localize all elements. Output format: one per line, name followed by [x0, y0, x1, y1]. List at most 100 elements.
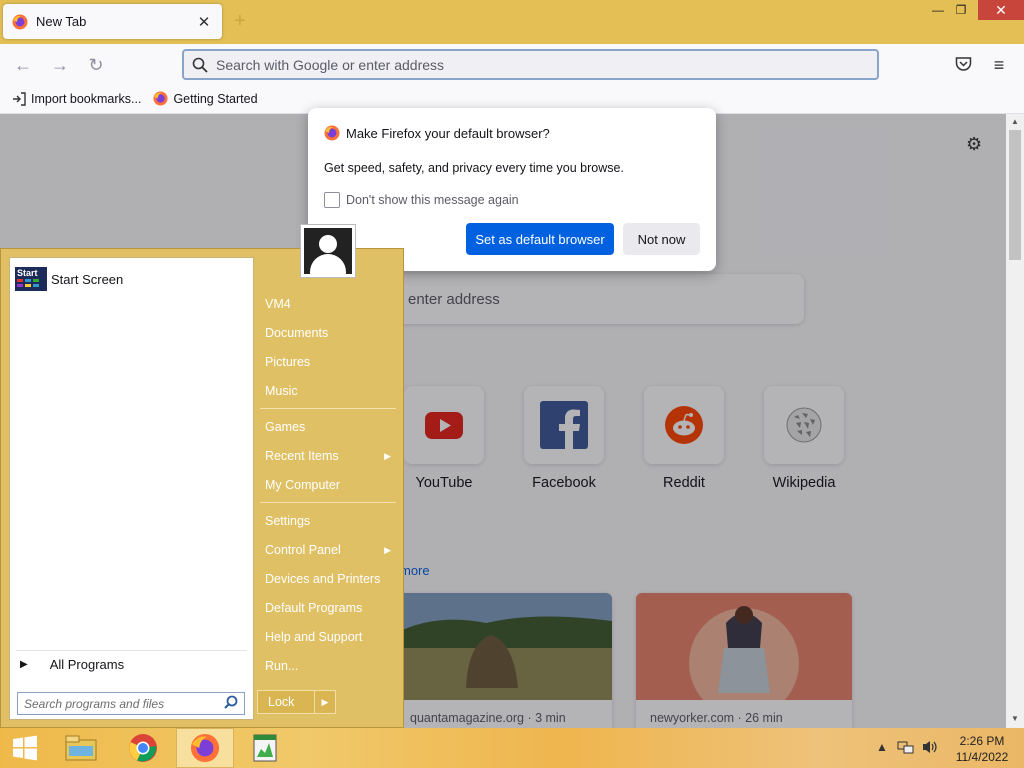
dont-show-again-checkbox[interactable]: Don't show this message again — [324, 192, 519, 208]
network-icon[interactable] — [897, 739, 915, 755]
import-icon — [13, 91, 26, 106]
start-screen-tile-text: Start — [17, 268, 38, 278]
item-label: Games — [265, 420, 306, 434]
scrollbar-thumb[interactable] — [1009, 130, 1021, 260]
start-item-settings[interactable]: Settings — [265, 510, 395, 532]
submenu-arrow-icon: ▶ — [384, 450, 391, 461]
reload-button[interactable]: ↻ — [85, 54, 107, 76]
dialog-header: Make Firefox your default browser? — [324, 125, 550, 141]
bookmark-getting-started[interactable]: Getting Started — [153, 91, 258, 106]
firefox-icon — [324, 125, 340, 141]
checkbox-box[interactable] — [324, 192, 340, 208]
start-screen-icon: Start — [15, 267, 47, 291]
dialog-title: Make Firefox your default browser? — [346, 125, 550, 141]
divider — [260, 502, 396, 503]
firefox-icon — [153, 91, 168, 106]
scroll-down-icon[interactable]: ▼ — [1006, 714, 1024, 723]
back-button[interactable]: ← — [12, 54, 34, 76]
item-label: Settings — [265, 514, 311, 528]
start-menu-programs-pane: Start Start Screen ▶ All Programs — [9, 257, 254, 720]
volume-icon[interactable] — [921, 739, 939, 755]
set-default-browser-button[interactable]: Set as default browser — [466, 223, 614, 255]
firefox-icon — [190, 733, 220, 763]
task-manager-icon — [253, 734, 277, 762]
tab-new-tab[interactable]: New Tab ✕ — [3, 4, 222, 39]
forward-button[interactable]: → — [49, 54, 71, 76]
new-tab-button[interactable]: + — [234, 10, 246, 32]
taskbar: ▲ 2:26 PM 11/4/2022 — [0, 728, 1024, 768]
bookmark-import[interactable]: Import bookmarks... — [12, 92, 141, 106]
submenu-arrow-icon: ▶ — [384, 544, 391, 555]
start-item-my-computer[interactable]: My Computer — [265, 474, 395, 496]
title-bar: New Tab ✕ + — ❐ ✕ — [0, 0, 1024, 44]
show-hidden-icons-icon[interactable]: ▲ — [876, 740, 888, 754]
clock-time: 2:26 PM — [959, 734, 1005, 748]
close-window-button[interactable]: ✕ — [978, 0, 1024, 20]
taskbar-task-manager[interactable] — [240, 728, 290, 768]
system-clock[interactable]: 2:26 PM 11/4/2022 — [952, 733, 1012, 765]
divider — [16, 650, 247, 651]
item-label: Default Programs — [265, 601, 363, 615]
power-options-arrow[interactable]: ▶ — [314, 690, 336, 714]
divider — [260, 408, 396, 409]
item-label: Help and Support — [265, 630, 363, 644]
start-item-documents[interactable]: Documents — [265, 322, 395, 344]
pinned-label: Start Screen — [51, 271, 124, 287]
firefox-icon — [12, 14, 28, 29]
scroll-up-icon[interactable]: ▲ — [1006, 117, 1024, 126]
address-bar[interactable] — [182, 49, 879, 80]
taskbar-file-explorer[interactable] — [56, 728, 106, 768]
start-item-devices-and-printers[interactable]: Devices and Printers — [265, 568, 395, 590]
all-programs-button[interactable]: ▶ All Programs — [20, 657, 246, 672]
start-item-default-programs[interactable]: Default Programs — [265, 597, 395, 619]
navigation-toolbar: ← → ↻ ≡ — [0, 44, 1024, 84]
page-scrollbar[interactable]: ▲ ▼ — [1006, 114, 1024, 728]
triangle-right-icon: ▶ — [20, 659, 28, 670]
item-label: Run... — [265, 659, 299, 673]
restore-button[interactable]: ❐ — [944, 0, 978, 20]
chevron-right-icon: ▶ — [321, 696, 329, 707]
lock-label: Lock — [268, 695, 295, 709]
start-item-run[interactable]: Run... — [265, 655, 395, 677]
file-explorer-icon — [65, 735, 97, 761]
menu-icon[interactable]: ≡ — [988, 54, 1010, 76]
item-label: My Computer — [265, 478, 341, 492]
item-label: Recent Items — [265, 449, 339, 463]
default-browser-dialog: Make Firefox your default browser? Get s… — [308, 108, 716, 271]
item-label: Documents — [265, 326, 329, 340]
start-item-control-panel[interactable]: Control Panel ▶ — [265, 539, 395, 561]
windows-logo-icon — [13, 735, 37, 761]
not-now-button[interactable]: Not now — [623, 223, 700, 255]
address-input[interactable] — [216, 56, 816, 73]
start-item-help-and-support[interactable]: Help and Support — [265, 626, 395, 648]
checkbox-label: Don't show this message again — [346, 193, 519, 207]
start-item-recent-items[interactable]: Recent Items ▶ — [265, 445, 395, 467]
close-tab-icon[interactable]: ✕ — [195, 13, 213, 31]
item-label: Music — [265, 384, 298, 398]
chrome-icon — [129, 734, 157, 762]
clock-date: 11/4/2022 — [955, 750, 1009, 764]
pocket-icon[interactable] — [955, 56, 972, 72]
pinned-start-screen[interactable]: Start Start Screen — [15, 267, 123, 291]
start-button[interactable] — [0, 728, 50, 768]
all-programs-label: All Programs — [49, 657, 125, 672]
item-label: Devices and Printers — [265, 572, 381, 586]
start-search-box[interactable] — [17, 692, 245, 715]
user-avatar[interactable] — [300, 224, 356, 278]
dialog-message: Get speed, safety, and privacy every tim… — [324, 161, 624, 175]
start-search-input[interactable] — [24, 696, 214, 711]
search-icon — [192, 57, 208, 73]
item-label: VM4 — [265, 297, 291, 311]
start-item-games[interactable]: Games — [265, 416, 395, 438]
taskbar-firefox[interactable] — [176, 728, 234, 768]
search-icon[interactable] — [224, 695, 238, 709]
tab-title: New Tab — [36, 14, 87, 29]
start-item-music[interactable]: Music — [265, 380, 395, 402]
start-item-vm4[interactable]: VM4 — [265, 293, 395, 315]
taskbar-chrome[interactable] — [118, 728, 168, 768]
bookmark-label: Getting Started — [173, 91, 258, 106]
start-item-pictures[interactable]: Pictures — [265, 351, 395, 373]
item-label: Pictures — [265, 355, 311, 369]
lock-button[interactable]: Lock — [257, 690, 315, 714]
item-label: Control Panel — [265, 543, 341, 557]
